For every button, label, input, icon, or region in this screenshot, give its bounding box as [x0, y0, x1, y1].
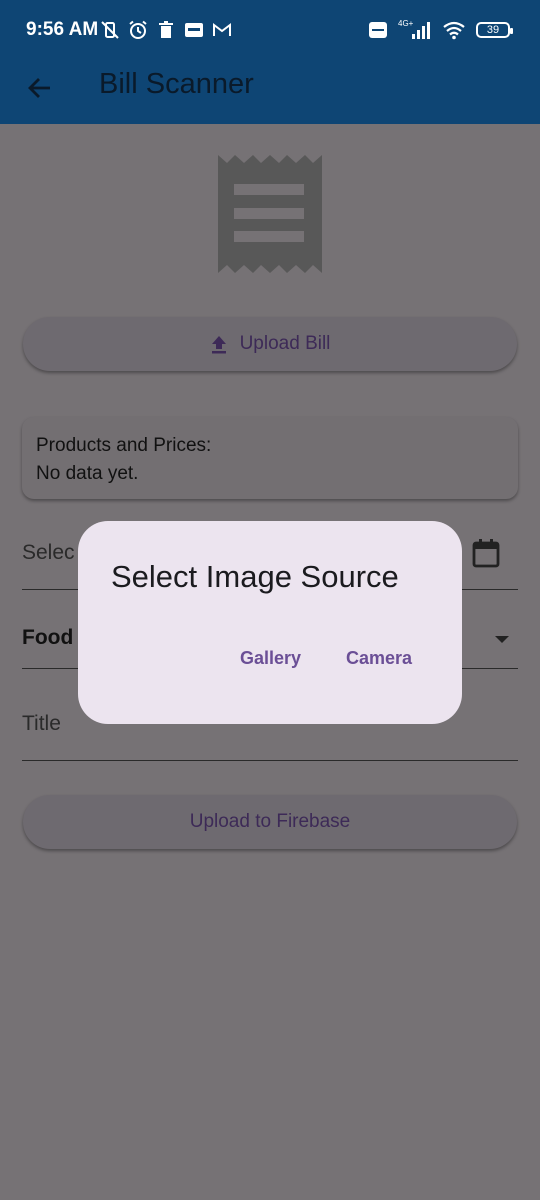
select-image-source-dialog: Select Image Source Gallery Camera [78, 521, 462, 724]
alarm-icon [128, 20, 148, 40]
status-bar: 9:56 AM 4G+ 39 [0, 0, 540, 58]
arrow-back-icon [28, 78, 50, 98]
app-bar: Bill Scanner [0, 58, 540, 124]
upload-to-firebase-button[interactable]: Upload to Firebase [23, 795, 517, 849]
app-notification-icon [184, 20, 204, 40]
calendar-icon[interactable] [470, 537, 502, 569]
trash-icon [156, 20, 176, 40]
status-icons-left [100, 20, 232, 40]
upload-to-firebase-label: Upload to Firebase [189, 811, 351, 832]
products-card: Products and Prices: No data yet. [22, 417, 518, 499]
gallery-button[interactable]: Gallery [240, 648, 301, 669]
dropdown-arrow-icon [494, 632, 510, 643]
svg-text:4G+: 4G+ [398, 19, 414, 28]
upload-bill-button[interactable]: Upload Bill [23, 317, 517, 371]
date-field-label: Selec [22, 541, 75, 564]
camera-button[interactable]: Camera [346, 648, 412, 669]
wifi-icon [442, 20, 466, 40]
upload-bill-label: Upload Bill [239, 333, 331, 354]
gmail-icon [212, 20, 232, 40]
battery-indicator: 39 [476, 22, 513, 38]
receipt-icon [218, 155, 322, 273]
dialog-title: Select Image Source [111, 559, 399, 594]
products-heading: Products and Prices: [36, 435, 212, 456]
vibrate-off-icon [100, 20, 120, 40]
title-field-label: Title [22, 712, 61, 735]
back-button[interactable] [22, 70, 58, 106]
status-time: 9:56 AM [26, 19, 99, 40]
signal-icon: 4G+ [398, 19, 432, 40]
upload-icon [211, 336, 226, 354]
category-value: Food [22, 626, 74, 649]
status-icons-right: 4G+ 39 [368, 18, 513, 42]
page-title: Bill Scanner [99, 68, 254, 100]
volte-icon [368, 20, 388, 40]
products-status: No data yet. [36, 463, 139, 484]
